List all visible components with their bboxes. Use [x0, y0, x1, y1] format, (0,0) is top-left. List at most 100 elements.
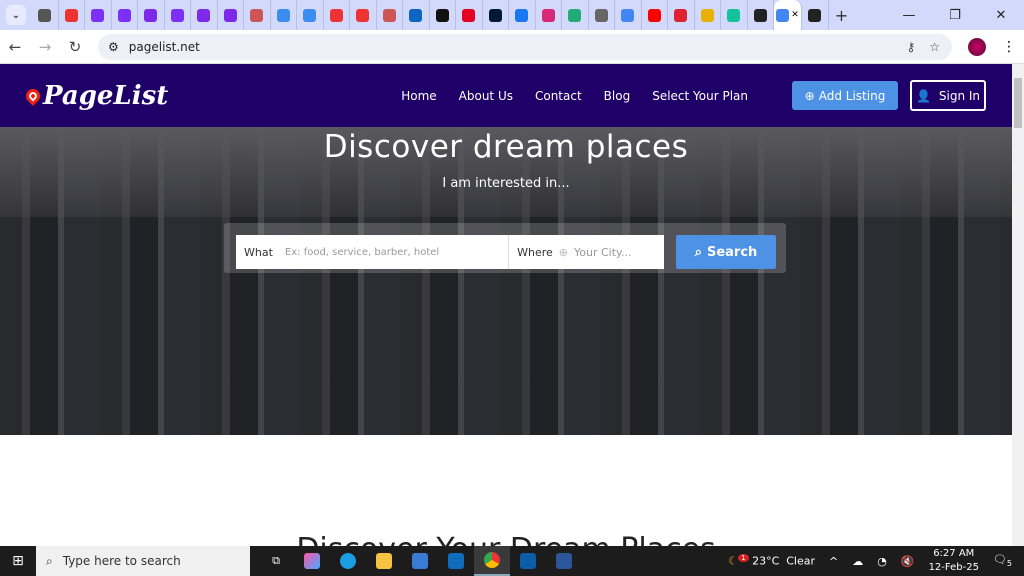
browser-tab[interactable] — [695, 0, 721, 30]
restore-button[interactable]: ❐ — [932, 8, 978, 23]
bookmark-star-icon[interactable]: ☆ — [929, 40, 940, 54]
cloud-icon[interactable]: ☁ — [852, 555, 863, 568]
browser-tab[interactable] — [59, 0, 85, 30]
site-icon — [250, 8, 264, 22]
browser-tab[interactable] — [85, 0, 112, 30]
edge-icon[interactable] — [330, 546, 366, 576]
new-tab-button[interactable]: + — [829, 6, 855, 25]
page-scrollbar[interactable] — [1012, 64, 1024, 546]
browser-tab[interactable] — [536, 0, 562, 30]
taskbar-search[interactable]: ⌕ Type here to search — [36, 546, 250, 576]
toolbar: ← → ↻ ⚙ pagelist.net ⚷ ☆ ⋮ — [0, 30, 1024, 64]
browser-tab[interactable] — [138, 0, 165, 30]
chevron-up-icon[interactable]: ^ — [829, 555, 838, 568]
google-icon — [776, 8, 790, 22]
minimize-button[interactable]: — — [886, 8, 932, 23]
browser-tab[interactable] — [297, 0, 324, 30]
profile-avatar[interactable] — [968, 37, 986, 56]
browser-tab[interactable] — [218, 0, 244, 30]
add-listing-button[interactable]: ⊕ Add Listing — [792, 81, 898, 110]
reload-button[interactable]: ↻ — [68, 38, 82, 56]
browser-tab[interactable]: ✕ — [774, 0, 802, 30]
task-view-icon[interactable]: ⧉ — [258, 546, 294, 576]
nav-select-your-plan[interactable]: Select Your Plan — [652, 89, 748, 103]
canva-icon — [197, 8, 211, 22]
nav-about-us[interactable]: About Us — [459, 89, 513, 103]
url-text: pagelist.net — [128, 39, 200, 54]
copilot-icon[interactable] — [294, 546, 330, 576]
forward-button[interactable]: → — [38, 38, 52, 56]
what-input[interactable]: Ex: food, service, barber, hotel — [285, 247, 485, 258]
browser-tab[interactable] — [668, 0, 695, 30]
menu-icon[interactable]: ⋮ — [1002, 39, 1016, 55]
browser-tab[interactable] — [748, 0, 774, 30]
browser-tab[interactable] — [721, 0, 748, 30]
browser-tab[interactable] — [324, 0, 350, 30]
browser-tab[interactable] — [244, 0, 271, 30]
site-logo[interactable]: PageList — [23, 81, 168, 111]
tab-search-button[interactable]: ⌄ — [6, 5, 26, 25]
notification-count: 5 — [1006, 559, 1012, 569]
site-icon — [382, 8, 396, 22]
weather-text: 23°C Clear — [752, 554, 816, 568]
browser-tab[interactable] — [802, 0, 829, 30]
browser-tab[interactable] — [509, 0, 536, 30]
browser-tab[interactable] — [377, 0, 403, 30]
browser-tab[interactable] — [589, 0, 615, 30]
password-key-icon[interactable]: ⚷ — [906, 40, 915, 54]
nav-contact[interactable]: Contact — [535, 89, 582, 103]
word-icon[interactable] — [546, 546, 582, 576]
browser-tab[interactable] — [32, 0, 59, 30]
browser-tab[interactable] — [642, 0, 668, 30]
where-input[interactable]: Your City... — [574, 246, 664, 259]
outlook-icon[interactable] — [438, 546, 474, 576]
clock[interactable]: 6:27 AM 12-Feb-25 — [929, 547, 979, 575]
browser-tab[interactable] — [271, 0, 297, 30]
windows-start-button[interactable]: ⊞ — [0, 553, 36, 569]
youtube-icon — [647, 8, 661, 22]
gmail-icon — [356, 8, 370, 22]
store-icon[interactable] — [402, 546, 438, 576]
openai-icon — [753, 8, 767, 22]
search-icon: ⌕ — [694, 244, 702, 260]
browser-tab[interactable] — [430, 0, 456, 30]
gmail-icon — [64, 8, 78, 22]
pinterest-icon — [462, 8, 476, 22]
file-explorer-icon[interactable] — [366, 546, 402, 576]
grammarly-icon — [727, 8, 741, 22]
sign-in-button[interactable]: 👤 Sign In — [910, 80, 986, 111]
weather-widget[interactable]: ☾ 1 23°C Clear — [728, 554, 815, 568]
browser-tab[interactable] — [165, 0, 191, 30]
browser-tab[interactable] — [112, 0, 138, 30]
browser-tab[interactable] — [562, 0, 589, 30]
volume-muted-icon[interactable]: 🔇 — [901, 555, 915, 568]
address-bar[interactable]: ⚙ pagelist.net ⚷ ☆ — [98, 33, 952, 60]
browser-tab[interactable] — [615, 0, 642, 30]
main-nav: Home About Us Contact Blog Select Your P… — [401, 89, 748, 103]
facebook-icon — [515, 8, 529, 22]
x-icon — [435, 8, 449, 22]
browser-tab[interactable] — [191, 0, 218, 30]
wifi-icon[interactable]: ◔ — [877, 555, 887, 568]
weather-badge: 1 — [738, 554, 749, 563]
where-label: Where — [517, 245, 553, 259]
back-button[interactable]: ← — [8, 38, 22, 56]
close-tab-icon[interactable]: ✕ — [791, 10, 799, 20]
linkedin-icon — [409, 8, 423, 22]
search-button[interactable]: ⌕ Search — [676, 235, 776, 269]
notifications-icon[interactable]: 🗨5 — [993, 553, 1012, 568]
close-window-button[interactable]: ✕ — [978, 8, 1024, 23]
browser-tab[interactable] — [483, 0, 509, 30]
nav-home[interactable]: Home — [401, 89, 436, 103]
site-settings-icon[interactable]: ⚙ — [108, 40, 119, 54]
browser-tab[interactable] — [403, 0, 430, 30]
outlook-icon[interactable] — [510, 546, 546, 576]
section-title: Discover Your Dream Places — [0, 532, 1012, 546]
instagram-icon — [541, 8, 555, 22]
browser-tab[interactable] — [350, 0, 377, 30]
chrome-icon[interactable] — [474, 546, 510, 576]
nav-blog[interactable]: Blog — [604, 89, 631, 103]
browser-tab[interactable] — [456, 0, 483, 30]
mail-icon — [303, 8, 317, 22]
tool-icon — [674, 8, 688, 22]
